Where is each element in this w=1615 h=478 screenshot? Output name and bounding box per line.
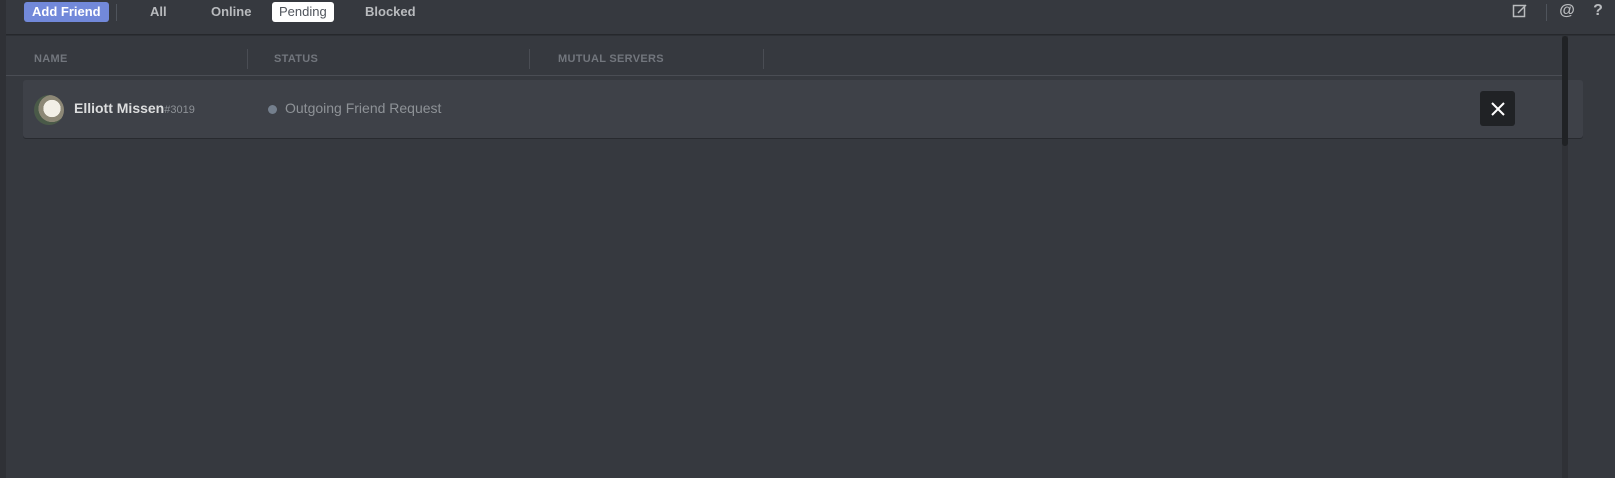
column-divider [763, 49, 764, 69]
cancel-request-button[interactable] [1480, 91, 1515, 126]
friend-row[interactable]: Elliott Missen#3019 Outgoing Friend Requ… [23, 80, 1583, 138]
tab-online[interactable]: Online [204, 2, 258, 22]
tab-all[interactable]: All [143, 2, 174, 22]
column-mutual-servers-header[interactable]: MUTUAL SERVERS [558, 51, 664, 71]
tab-pending[interactable]: Pending [272, 2, 334, 22]
friend-status: Outgoing Friend Request [285, 100, 442, 116]
friend-discriminator: #3019 [164, 104, 195, 116]
column-name-header[interactable]: NAME [34, 51, 68, 71]
column-divider [247, 49, 248, 69]
tab-blocked[interactable]: Blocked [358, 2, 423, 22]
column-divider [529, 49, 530, 69]
new-dm-icon[interactable] [1510, 1, 1530, 21]
avatar[interactable] [34, 95, 64, 125]
status-dot-icon [268, 105, 277, 114]
close-icon [1490, 101, 1505, 116]
friend-username: Elliott Missen [74, 100, 165, 116]
add-friend-button[interactable]: Add Friend [24, 2, 109, 22]
icon-separator [1546, 4, 1547, 21]
column-status-header[interactable]: STATUS [274, 51, 318, 71]
mention-icon[interactable]: @ [1557, 1, 1577, 21]
scrollbar[interactable] [1562, 36, 1568, 478]
compose-icon-graphic [1512, 4, 1527, 18]
friends-panel: Add Friend All Online Pending Blocked @ … [0, 0, 1615, 478]
friend-name[interactable]: Elliott Missen#3019 [74, 100, 195, 116]
tab-separator [116, 4, 117, 21]
help-icon[interactable]: ? [1588, 1, 1608, 21]
friends-top-bar: Add Friend All Online Pending Blocked @ … [6, 0, 1615, 35]
friends-column-header: NAME STATUS MUTUAL SERVERS [6, 43, 1565, 76]
scrollbar-thumb[interactable] [1562, 36, 1568, 146]
